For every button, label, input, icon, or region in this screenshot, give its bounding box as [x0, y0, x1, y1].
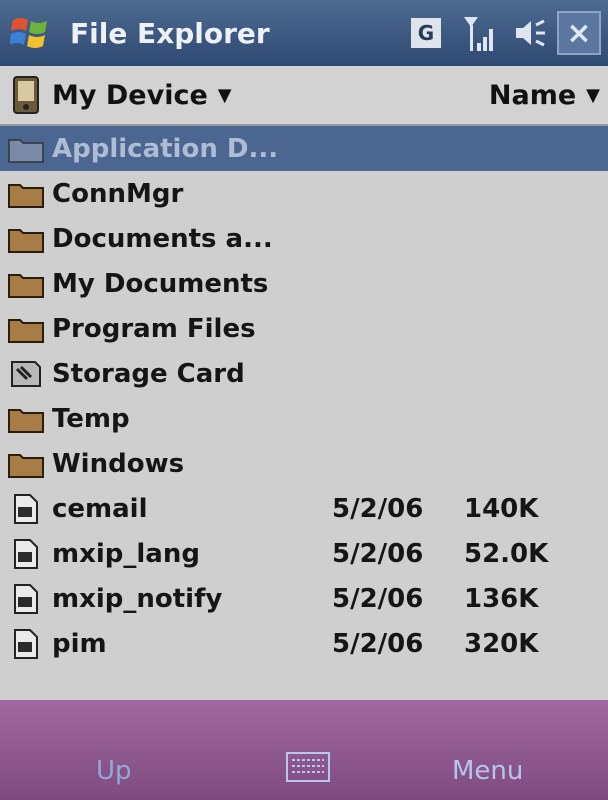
list-item[interactable]: Documents a...: [0, 216, 608, 261]
item-name: My Documents: [52, 268, 269, 299]
device-icon: [13, 76, 39, 114]
file-icon: [6, 583, 46, 614]
folder-icon: [6, 179, 46, 209]
keyboard-icon[interactable]: [286, 752, 330, 782]
folder-icon: [6, 404, 46, 434]
item-name: Documents a...: [52, 223, 273, 254]
signal-icon[interactable]: [452, 0, 504, 66]
windows-start-icon[interactable]: [0, 0, 60, 66]
item-name: pim: [52, 628, 107, 659]
file-icon: [6, 628, 46, 659]
close-button[interactable]: ×: [557, 11, 601, 55]
location-label: My Device: [52, 79, 208, 111]
menu-softkey[interactable]: Menu: [452, 756, 523, 786]
folder-icon: [6, 449, 46, 479]
list-item[interactable]: Program Files: [0, 306, 608, 351]
sort-label: Name: [488, 79, 577, 111]
close-icon[interactable]: ×: [556, 0, 608, 66]
folder-icon: [6, 224, 46, 254]
file-list: Application D... ConnMgr Documents a... …: [0, 126, 608, 700]
item-name: mxip_notify: [52, 583, 223, 614]
item-size: 136K: [464, 583, 539, 614]
storage-card-icon: [6, 359, 46, 389]
chevron-down-icon: ▼: [217, 84, 232, 106]
file-icon: [6, 538, 46, 569]
file-icon: [6, 493, 46, 524]
list-item[interactable]: Storage Card: [0, 351, 608, 396]
list-item[interactable]: ConnMgr: [0, 171, 608, 216]
chevron-down-icon: ▼: [586, 84, 600, 106]
speaker-icon[interactable]: [504, 0, 556, 66]
item-name: cemail: [52, 493, 148, 524]
list-item[interactable]: mxip_notify 5/2/06 136K: [0, 576, 608, 621]
item-name: Temp: [52, 403, 130, 434]
location-bar: My Device ▼ Name ▼: [0, 66, 608, 126]
item-name: Program Files: [52, 313, 256, 344]
softkey-bar: Up Menu: [0, 700, 608, 800]
item-name: ConnMgr: [52, 178, 184, 209]
item-name: Windows: [52, 448, 185, 479]
item-date: 5/2/06: [332, 493, 424, 524]
list-item[interactable]: Windows: [0, 441, 608, 486]
window-title: File Explorer: [70, 16, 270, 50]
folder-icon: [6, 134, 46, 164]
item-date: 5/2/06: [332, 583, 424, 614]
list-item[interactable]: My Documents: [0, 261, 608, 306]
item-name: Application D...: [52, 133, 279, 164]
list-item[interactable]: mxip_lang 5/2/06 52.0K: [0, 531, 608, 576]
item-name: Storage Card: [52, 358, 245, 389]
list-item[interactable]: pim 5/2/06 320K: [0, 621, 608, 666]
sort-dropdown[interactable]: Name ▼: [489, 80, 600, 111]
title-bar: File Explorer G ×: [0, 0, 608, 66]
up-softkey[interactable]: Up: [96, 756, 132, 786]
item-date: 5/2/06: [332, 538, 424, 569]
g-icon[interactable]: G: [400, 0, 452, 66]
list-item[interactable]: cemail 5/2/06 140K: [0, 486, 608, 531]
item-name: mxip_lang: [52, 538, 200, 569]
location-dropdown[interactable]: My Device ▼: [0, 75, 489, 115]
list-item[interactable]: Temp: [0, 396, 608, 441]
item-size: 140K: [464, 493, 539, 524]
list-item[interactable]: Application D...: [0, 126, 608, 171]
item-date: 5/2/06: [332, 628, 424, 659]
item-size: 320K: [464, 628, 539, 659]
folder-icon: [6, 269, 46, 299]
folder-icon: [6, 314, 46, 344]
item-size: 52.0K: [464, 538, 549, 569]
g-badge: G: [411, 18, 441, 48]
